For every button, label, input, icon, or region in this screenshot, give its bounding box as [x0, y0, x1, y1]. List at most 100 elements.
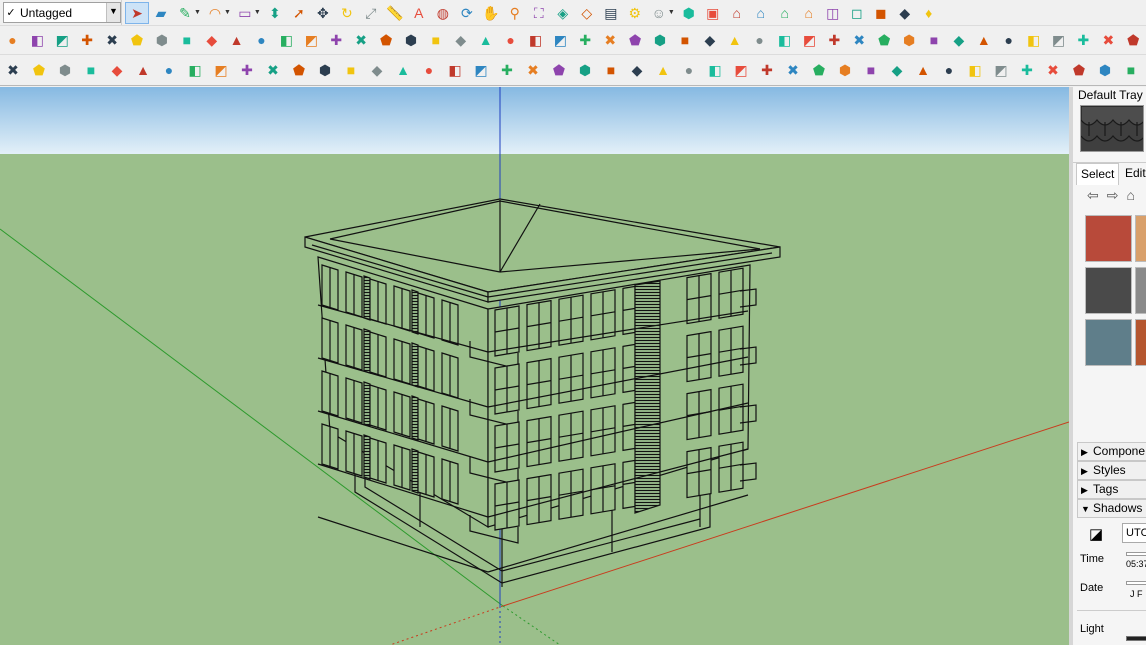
left-view-icon[interactable]: ⌂	[797, 2, 821, 24]
ruby-icon[interactable]: ♦	[917, 2, 941, 24]
extension-tool-13-icon[interactable]: ◩	[299, 29, 324, 51]
orbit-icon[interactable]: ⟳	[455, 2, 479, 24]
extension-tool-24-icon[interactable]: ✚	[573, 29, 598, 51]
text-label-icon[interactable]: A	[407, 2, 431, 24]
extension-tool-32-icon[interactable]: ◧	[772, 29, 797, 51]
extension-tool-28-icon[interactable]: ■	[672, 29, 697, 51]
plugin-tool-33-icon[interactable]: ⬢	[832, 59, 858, 81]
extension-tool-23-icon[interactable]: ◩	[548, 29, 573, 51]
hidden-line-icon[interactable]: ◼	[869, 2, 893, 24]
extension-tool-44-icon[interactable]: ✚	[1071, 29, 1096, 51]
follow-me-icon[interactable]: ➚	[287, 2, 311, 24]
tab-select[interactable]: Select	[1076, 163, 1120, 185]
extension-tool-36-icon[interactable]: ⬟	[872, 29, 897, 51]
extension-tool-29-icon[interactable]: ◆	[697, 29, 722, 51]
shaded-texture-icon[interactable]: ◆	[893, 2, 917, 24]
extension-tool-14-icon[interactable]: ✚	[324, 29, 349, 51]
move-icon[interactable]: ✥	[311, 2, 335, 24]
extension-tool-30-icon[interactable]: ▲	[722, 29, 747, 51]
plugin-tool-8-icon[interactable]: ◧	[182, 59, 208, 81]
tab-edit[interactable]: Edit	[1121, 163, 1146, 185]
plugin-tool-12-icon[interactable]: ⬟	[286, 59, 312, 81]
iso-view-icon[interactable]: ⬢	[677, 2, 701, 24]
time-slider[interactable]	[1126, 552, 1146, 556]
plugin-tool-42-icon[interactable]: ⬟	[1066, 59, 1092, 81]
plugin-tool-29-icon[interactable]: ◩	[728, 59, 754, 81]
extension-tool-18-icon[interactable]: ■	[423, 29, 448, 51]
layout-icon[interactable]: ▤	[599, 2, 623, 24]
plugin-tool-37-icon[interactable]: ●	[936, 59, 962, 81]
plugin-tool-7-icon[interactable]: ●	[156, 59, 182, 81]
plugin-tool-44-icon[interactable]: ■	[1118, 59, 1144, 81]
material-swatch[interactable]	[1135, 215, 1146, 262]
plugin-tool-32-icon[interactable]: ⬟	[806, 59, 832, 81]
extension-tool-27-icon[interactable]: ⬢	[648, 29, 673, 51]
wireframe-icon[interactable]: ◻	[845, 2, 869, 24]
eraser-icon[interactable]: ▰	[149, 2, 173, 24]
shadow-toggle-icon[interactable]: ◪	[1089, 525, 1103, 543]
home-icon[interactable]: ⌂	[1126, 187, 1134, 204]
extension-manager-icon[interactable]: ⚙	[623, 2, 647, 24]
plugin-tool-9-icon[interactable]: ◩	[208, 59, 234, 81]
front-view-icon[interactable]: ⌂	[725, 2, 749, 24]
extension-tool-21-icon[interactable]: ●	[498, 29, 523, 51]
extension-tool-7-icon[interactable]: ⬢	[149, 29, 174, 51]
plugin-tool-30-icon[interactable]: ✚	[754, 59, 780, 81]
material-swatch[interactable]	[1085, 215, 1132, 262]
paint-bucket-icon[interactable]: ◍	[431, 2, 455, 24]
plugin-tool-16-icon[interactable]: ▲	[390, 59, 416, 81]
extension-tool-31-icon[interactable]: ●	[747, 29, 772, 51]
plugin-tool-39-icon[interactable]: ◩	[988, 59, 1014, 81]
account-icon[interactable]: ☺	[647, 2, 671, 24]
plugin-tool-36-icon[interactable]: ▲	[910, 59, 936, 81]
extension-tool-35-icon[interactable]: ✖	[847, 29, 872, 51]
light-slider[interactable]	[1126, 636, 1146, 641]
extension-tool-9-icon[interactable]: ◆	[199, 29, 224, 51]
extension-tool-43-icon[interactable]: ◩	[1046, 29, 1071, 51]
extension-tool-37-icon[interactable]: ⬢	[897, 29, 922, 51]
extension-tool-6-icon[interactable]: ⬟	[125, 29, 150, 51]
material-swatch[interactable]	[1085, 267, 1132, 314]
tag-dropdown[interactable]: ✓ Untagged ▼	[3, 2, 121, 23]
plugin-tool-13-icon[interactable]: ⬢	[312, 59, 338, 81]
extension-tool-1-icon[interactable]: ●	[0, 29, 25, 51]
plugin-tool-3-icon[interactable]: ⬢	[52, 59, 78, 81]
material-swatch[interactable]	[1135, 319, 1146, 366]
plugin-tool-43-icon[interactable]: ⬢	[1092, 59, 1118, 81]
back-arrow-icon[interactable]: ⇦	[1087, 187, 1099, 204]
plugin-tool-34-icon[interactable]: ■	[858, 59, 884, 81]
extension-tool-3-icon[interactable]: ◩	[50, 29, 75, 51]
plugin-tool-10-icon[interactable]: ✚	[234, 59, 260, 81]
panel-tags[interactable]: ▶ Tags	[1077, 480, 1146, 499]
arc-icon[interactable]: ◠	[203, 2, 227, 24]
extension-tool-39-icon[interactable]: ◆	[946, 29, 971, 51]
plugin-tool-41-icon[interactable]: ✖	[1040, 59, 1066, 81]
push-pull-icon[interactable]: ⬍	[263, 2, 287, 24]
plugin-tool-38-icon[interactable]: ◧	[962, 59, 988, 81]
extension-tool-19-icon[interactable]: ◆	[448, 29, 473, 51]
plugin-tool-23-icon[interactable]: ⬢	[572, 59, 598, 81]
pan-icon[interactable]: ✋	[479, 2, 503, 24]
plugin-tool-26-icon[interactable]: ▲	[650, 59, 676, 81]
tape-measure-icon[interactable]: 📏	[383, 2, 407, 24]
xray-icon[interactable]: ◫	[821, 2, 845, 24]
zoom-extents-icon[interactable]: ⛶	[527, 2, 551, 24]
utc-dropdown[interactable]: UTC-	[1122, 523, 1146, 543]
extension-tool-41-icon[interactable]: ●	[996, 29, 1021, 51]
rotate-icon[interactable]: ↻	[335, 2, 359, 24]
panel-styles[interactable]: ▶ Styles	[1077, 461, 1146, 480]
extension-tool-12-icon[interactable]: ◧	[274, 29, 299, 51]
zoom-icon[interactable]: ⚲	[503, 2, 527, 24]
extension-warehouse-icon[interactable]: ◇	[575, 2, 599, 24]
plugin-tool-20-icon[interactable]: ✚	[494, 59, 520, 81]
plugin-tool-17-icon[interactable]: ●	[416, 59, 442, 81]
plugin-tool-35-icon[interactable]: ◆	[884, 59, 910, 81]
extension-tool-11-icon[interactable]: ●	[249, 29, 274, 51]
extension-tool-22-icon[interactable]: ◧	[523, 29, 548, 51]
plugin-tool-4-icon[interactable]: ■	[78, 59, 104, 81]
plugin-tool-25-icon[interactable]: ◆	[624, 59, 650, 81]
extension-tool-46-icon[interactable]: ⬟	[1121, 29, 1146, 51]
extension-tool-5-icon[interactable]: ✖	[100, 29, 125, 51]
extension-tool-15-icon[interactable]: ✖	[349, 29, 374, 51]
plugin-tool-22-icon[interactable]: ⬟	[546, 59, 572, 81]
